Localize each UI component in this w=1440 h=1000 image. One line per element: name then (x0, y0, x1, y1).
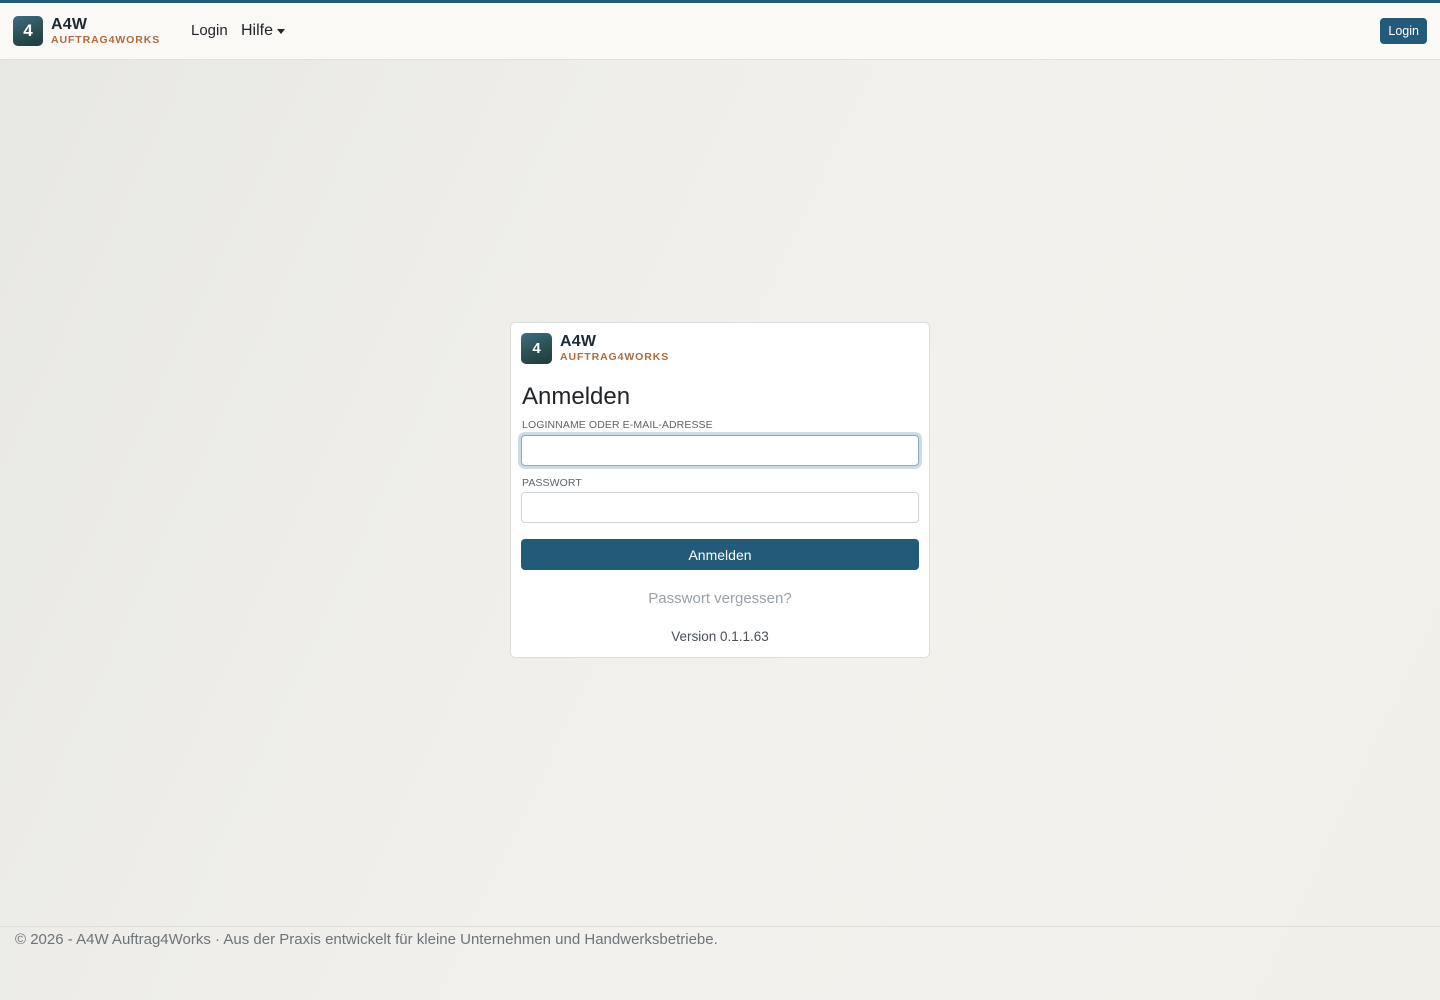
submit-login-button[interactable]: Anmelden (521, 539, 919, 570)
nav-login-link[interactable]: Login (191, 22, 228, 39)
username-label: LOGINNAME ODER E-MAIL-ADRESSE (522, 419, 713, 431)
login-heading: Anmelden (522, 383, 631, 410)
brand-logo-icon: 4 (13, 16, 43, 46)
forgot-password-link[interactable]: Passwort vergessen? (511, 590, 929, 607)
navbar: 4 A4W AUFTRAG4WORKS Login Hilfe Login (0, 3, 1440, 60)
footer-divider (0, 926, 1440, 927)
nav-help-dropdown[interactable]: Hilfe (241, 22, 286, 40)
version-text: Version 0.1.1.63 (671, 629, 769, 644)
card-brand-subtitle: AUFTRAG4WORKS (560, 351, 670, 364)
footer-text: © 2026 - A4W Auftrag4Works · Aus der Pra… (15, 931, 718, 948)
brand-subtitle: AUFTRAG4WORKS (51, 33, 161, 46)
password-input[interactable] (521, 492, 919, 523)
card-brand: 4 A4W AUFTRAG4WORKS (521, 333, 669, 364)
login-card: 4 A4W AUFTRAG4WORKS Anmelden LOGINNAME O… (510, 322, 930, 658)
brand-home-link[interactable]: 4 A4W AUFTRAG4WORKS (13, 16, 160, 46)
card-brand-title: A4W (560, 333, 597, 351)
brand-text: A4W AUFTRAG4WORKS (51, 15, 161, 46)
username-input[interactable] (521, 435, 919, 466)
caret-down-icon (277, 29, 286, 34)
card-brand-text: A4W AUFTRAG4WORKS (560, 334, 669, 363)
card-logo-icon: 4 (521, 333, 552, 364)
password-label: PASSWORT (522, 477, 582, 489)
nav-help-label: Hilfe (241, 22, 274, 39)
brand-title: A4W (51, 15, 88, 33)
login-button[interactable]: Login (1380, 18, 1427, 44)
